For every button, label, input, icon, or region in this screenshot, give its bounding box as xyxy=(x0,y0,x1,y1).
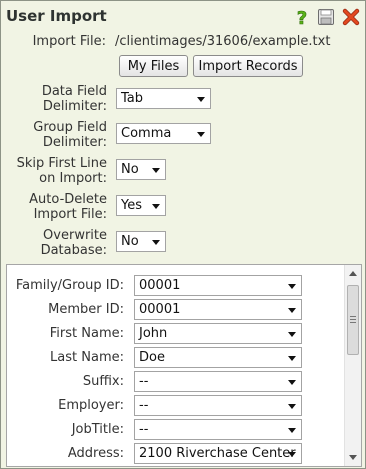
mapping-label: JobTitle: xyxy=(71,422,124,437)
data-field-delimiter-select[interactable]: Tab xyxy=(116,88,211,109)
skip-first-line-label: Skip First Line on Import: xyxy=(1,156,107,186)
chevron-down-icon xyxy=(288,284,296,289)
suffix-select[interactable]: -- xyxy=(134,371,302,392)
mapping-value: -- xyxy=(139,374,149,389)
mapping-value: John xyxy=(139,326,168,341)
auto-delete-select[interactable]: Yes xyxy=(116,195,166,216)
mapping-value: Doe xyxy=(139,350,165,365)
group-field-delimiter-select[interactable]: Comma xyxy=(116,123,211,144)
grip-line xyxy=(350,322,356,323)
mapping-label: Suffix: xyxy=(82,374,124,389)
chevron-down-icon xyxy=(288,380,296,385)
scroll-down-arrow-icon[interactable] xyxy=(349,455,357,460)
scrollbar-thumb[interactable] xyxy=(347,285,359,355)
grip-line xyxy=(350,319,356,320)
mapping-value: 00001 xyxy=(139,302,181,317)
chevron-down-icon xyxy=(152,168,160,173)
data-field-delimiter-value: Tab xyxy=(121,91,144,106)
panel-title: User Import xyxy=(6,7,107,25)
chevron-down-icon xyxy=(288,332,296,337)
jobtitle-select[interactable]: -- xyxy=(134,419,302,440)
mapping-value: -- xyxy=(139,422,149,437)
scroll-up-arrow-icon[interactable] xyxy=(349,271,357,276)
auto-delete-label-line2: Import File: xyxy=(33,207,107,222)
chevron-down-icon xyxy=(288,428,296,433)
mapping-label: Employer: xyxy=(58,398,124,413)
mapping-label: First Name: xyxy=(49,326,124,341)
skip-first-line-label-line2: on Import: xyxy=(39,171,107,186)
data-field-delimiter-label: Data Field Delimiter: xyxy=(1,84,107,114)
member-id-select[interactable]: 00001 xyxy=(134,299,302,320)
save-icon[interactable] xyxy=(317,8,335,26)
user-import-panel: User Import ? Import File: /clientimages… xyxy=(0,0,366,469)
employer-select[interactable]: -- xyxy=(134,395,302,416)
vertical-scrollbar[interactable] xyxy=(344,265,361,466)
chevron-down-icon xyxy=(288,452,296,457)
first-name-select[interactable]: John xyxy=(134,323,302,344)
overwrite-database-select[interactable]: No xyxy=(116,231,166,252)
chevron-down-icon xyxy=(288,356,296,361)
chevron-down-icon xyxy=(152,204,160,209)
import-file-label: Import File: xyxy=(32,34,106,49)
mapping-label: Address: xyxy=(67,446,124,461)
my-files-button[interactable]: My Files xyxy=(119,55,188,77)
last-name-select[interactable]: Doe xyxy=(134,347,302,368)
field-mapping-list: Family/Group ID: 00001 Member ID: 00001 … xyxy=(6,264,362,467)
mapping-label: Family/Group ID: xyxy=(15,278,124,293)
mapping-label: Member ID: xyxy=(48,302,124,317)
import-file-path: /clientimages/31606/example.txt xyxy=(115,34,331,49)
chevron-down-icon xyxy=(197,132,205,137)
auto-delete-label-line1: Auto-Delete xyxy=(29,192,107,207)
svg-text:?: ? xyxy=(297,8,307,26)
group-field-delimiter-value: Comma xyxy=(121,126,172,141)
group-field-delimiter-label: Group Field Delimiter: xyxy=(1,120,107,150)
data-field-delimiter-label-line2: Delimiter: xyxy=(42,99,107,114)
mapping-label: Last Name: xyxy=(50,350,124,365)
overwrite-database-label: Overwrite Database: xyxy=(1,228,107,258)
skip-first-line-select[interactable]: No xyxy=(116,159,166,180)
overwrite-database-label-line1: Overwrite xyxy=(43,228,107,243)
mapping-value: 2100 Riverchase Center xyxy=(139,446,296,461)
import-records-button[interactable]: Import Records xyxy=(193,55,303,77)
data-field-delimiter-label-line1: Data Field xyxy=(41,84,107,99)
address-select[interactable]: 2100 Riverchase Center xyxy=(134,443,302,464)
title-bar: User Import ? xyxy=(1,1,365,31)
overwrite-database-value: No xyxy=(121,234,139,249)
chevron-down-icon xyxy=(197,97,205,102)
help-icon[interactable]: ? xyxy=(293,8,311,30)
chevron-down-icon xyxy=(152,240,160,245)
chevron-down-icon xyxy=(288,404,296,409)
auto-delete-value: Yes xyxy=(121,198,142,213)
skip-first-line-value: No xyxy=(121,162,139,177)
auto-delete-label: Auto-Delete Import File: xyxy=(1,192,107,222)
mapping-value: 00001 xyxy=(139,278,181,293)
chevron-down-icon xyxy=(288,308,296,313)
mapping-value: -- xyxy=(139,398,149,413)
group-field-delimiter-label-line2: Delimiter: xyxy=(42,135,107,150)
family-group-id-select[interactable]: 00001 xyxy=(134,275,302,296)
close-icon[interactable] xyxy=(342,8,360,26)
group-field-delimiter-label-line1: Group Field xyxy=(33,120,107,135)
skip-first-line-label-line1: Skip First Line xyxy=(16,156,107,171)
grip-line xyxy=(350,316,356,317)
overwrite-database-label-line2: Database: xyxy=(40,243,107,258)
